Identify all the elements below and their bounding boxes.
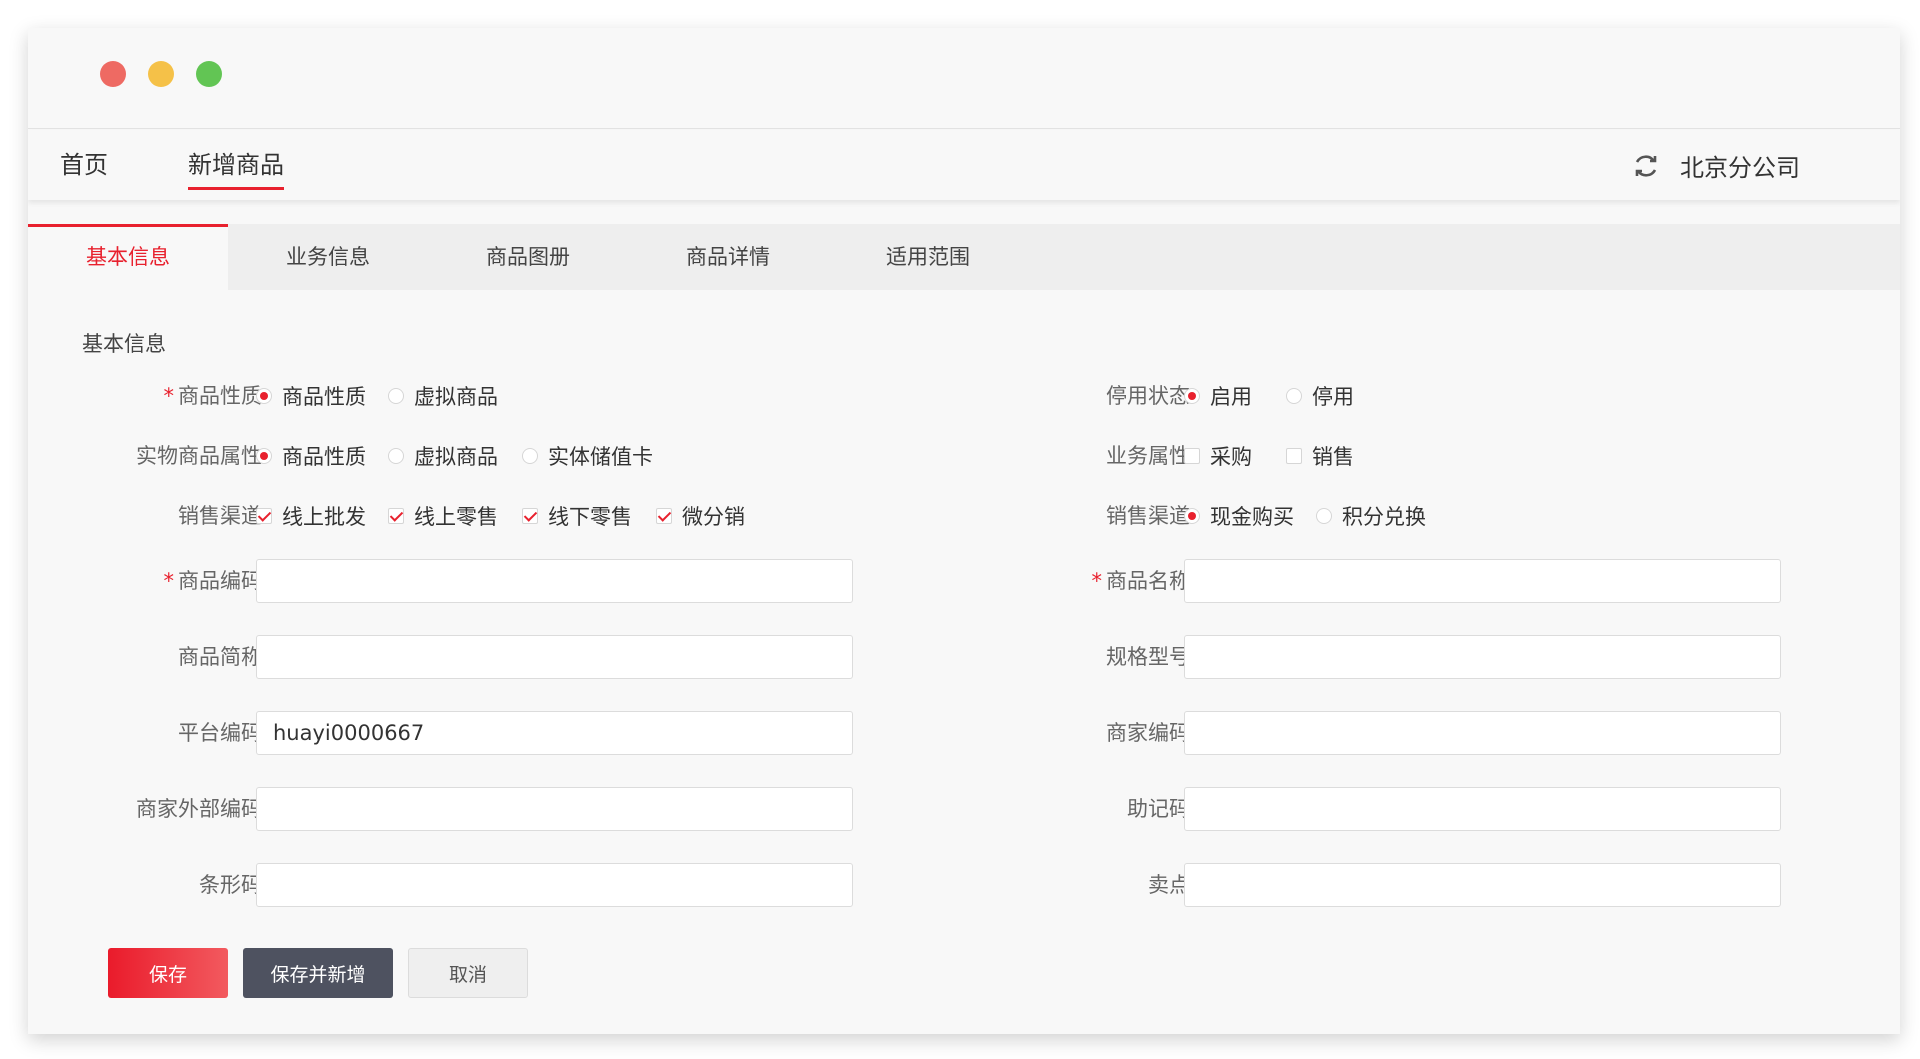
option-text: 线上零售 bbox=[414, 505, 498, 529]
company-name: 北京分公司 bbox=[1680, 154, 1800, 182]
radio-attr-stored-card[interactable]: 实体储值卡 bbox=[522, 440, 653, 472]
required-mark: * bbox=[163, 384, 175, 408]
nav-tab-add-product[interactable]: 新增商品 bbox=[188, 150, 284, 190]
radio-dot bbox=[1316, 508, 1332, 524]
radio-points-exchange[interactable]: 积分兑换 bbox=[1316, 500, 1426, 532]
radio-cash-purchase[interactable]: 现金购买 bbox=[1184, 500, 1294, 532]
option-text: 积分兑换 bbox=[1342, 505, 1426, 529]
label-status: 停用状态 bbox=[1106, 384, 1190, 408]
option-text: 商品性质 bbox=[282, 445, 366, 469]
form-tabs: 基本信息 业务信息 商品图册 商品详情 适用范围 bbox=[28, 224, 1900, 290]
option-text: 微分销 bbox=[682, 505, 745, 529]
radio-dot bbox=[388, 388, 404, 404]
title-bar bbox=[28, 28, 1900, 129]
checkbox-online-retail[interactable]: 线上零售 bbox=[388, 500, 498, 532]
option-text: 商品性质 bbox=[282, 385, 366, 409]
checkbox-offline-retail[interactable]: 线下零售 bbox=[522, 500, 632, 532]
tab-scope[interactable]: 适用范围 bbox=[828, 224, 1028, 290]
radio-status-enabled[interactable]: 启用 bbox=[1184, 380, 1252, 412]
label-barcode: 条形码 bbox=[199, 873, 262, 897]
label-spec: 规格型号 bbox=[1106, 645, 1190, 669]
top-nav: 首页 新增商品 北京分公司 bbox=[28, 130, 1900, 200]
radio-attr-virtual[interactable]: 虚拟商品 bbox=[388, 440, 498, 472]
radio-dot bbox=[256, 388, 272, 404]
checkbox-online-wholesale[interactable]: 线上批发 bbox=[256, 500, 366, 532]
option-text: 采购 bbox=[1210, 445, 1252, 469]
label-merchant-ext-code: 商家外部编码 bbox=[136, 797, 262, 821]
product-code-input[interactable] bbox=[256, 559, 853, 603]
refresh-icon bbox=[1635, 154, 1657, 177]
spec-input[interactable] bbox=[1184, 635, 1781, 679]
radio-dot bbox=[1184, 508, 1200, 524]
minimize-window-button[interactable] bbox=[148, 61, 174, 87]
close-window-button[interactable] bbox=[100, 61, 126, 87]
label-product-nature: * 商品性质 bbox=[62, 380, 263, 412]
label-sales-channel-left: 销售渠道 bbox=[178, 504, 262, 528]
radio-status-disabled[interactable]: 停用 bbox=[1286, 380, 1354, 412]
label-text: 商品名称 bbox=[1106, 569, 1190, 593]
checkbox-sales[interactable]: 销售 bbox=[1286, 440, 1354, 472]
option-text: 启用 bbox=[1210, 385, 1252, 409]
checkbox-box bbox=[256, 508, 272, 524]
checkbox-purchase[interactable]: 采购 bbox=[1184, 440, 1252, 472]
section-title: 基本信息 bbox=[82, 332, 166, 356]
nav-tab-home[interactable]: 首页 bbox=[60, 150, 108, 190]
label-text: 商品编码 bbox=[178, 569, 262, 593]
option-text: 停用 bbox=[1312, 385, 1354, 409]
maximize-window-button[interactable] bbox=[196, 61, 222, 87]
radio-dot bbox=[388, 448, 404, 464]
tab-basic-info[interactable]: 基本信息 bbox=[28, 224, 228, 290]
merchant-code-input[interactable] bbox=[1184, 711, 1781, 755]
tab-product-gallery[interactable]: 商品图册 bbox=[428, 224, 628, 290]
label-text: 商品性质 bbox=[178, 384, 262, 408]
label-short-name: 商品简称 bbox=[178, 645, 262, 669]
checkbox-micro-distribution[interactable]: 微分销 bbox=[656, 500, 745, 532]
product-name-input[interactable] bbox=[1184, 559, 1781, 603]
barcode-input[interactable] bbox=[256, 863, 853, 907]
checkbox-box bbox=[1184, 448, 1200, 464]
checkbox-box bbox=[388, 508, 404, 524]
option-text: 销售 bbox=[1312, 445, 1354, 469]
radio-dot bbox=[1286, 388, 1302, 404]
save-button[interactable]: 保存 bbox=[108, 948, 228, 998]
radio-attr-physical[interactable]: 商品性质 bbox=[256, 440, 366, 472]
option-text: 实体储值卡 bbox=[548, 445, 653, 469]
option-text: 现金购买 bbox=[1210, 505, 1294, 529]
label-business-attr: 业务属性 bbox=[1106, 444, 1190, 468]
platform-code-input[interactable] bbox=[256, 711, 853, 755]
app-window: 首页 新增商品 北京分公司 基本信息 业务信息 商品图册 商品详情 适用范围 基… bbox=[28, 28, 1900, 1034]
option-text: 线上批发 bbox=[282, 505, 366, 529]
merchant-ext-code-input[interactable] bbox=[256, 787, 853, 831]
label-merchant-code: 商家编码 bbox=[1106, 721, 1190, 745]
required-mark: * bbox=[1091, 569, 1103, 593]
checkbox-box bbox=[1286, 448, 1302, 464]
option-text: 虚拟商品 bbox=[414, 385, 498, 409]
option-text: 虚拟商品 bbox=[414, 445, 498, 469]
label-selling-point: 卖点 bbox=[1148, 873, 1190, 897]
tab-product-details[interactable]: 商品详情 bbox=[628, 224, 828, 290]
selling-point-input[interactable] bbox=[1184, 863, 1781, 907]
cancel-button[interactable]: 取消 bbox=[408, 948, 528, 998]
label-platform-code: 平台编码 bbox=[178, 721, 262, 745]
mnemonic-input[interactable] bbox=[1184, 787, 1781, 831]
radio-dot bbox=[522, 448, 538, 464]
tab-business-info[interactable]: 业务信息 bbox=[228, 224, 428, 290]
save-and-new-button[interactable]: 保存并新增 bbox=[243, 948, 393, 998]
radio-dot bbox=[256, 448, 272, 464]
radio-nature-physical[interactable]: 商品性质 bbox=[256, 380, 366, 412]
label-sales-channel-right: 销售渠道 bbox=[1106, 504, 1190, 528]
label-mnemonic: 助记码 bbox=[1127, 797, 1190, 821]
radio-dot bbox=[1184, 388, 1200, 404]
checkbox-box bbox=[656, 508, 672, 524]
required-mark: * bbox=[163, 569, 175, 593]
short-name-input[interactable] bbox=[256, 635, 853, 679]
option-text: 线下零售 bbox=[548, 505, 632, 529]
radio-nature-virtual[interactable]: 虚拟商品 bbox=[388, 380, 498, 412]
label-product-name: * 商品名称 bbox=[990, 565, 1191, 597]
checkbox-box bbox=[522, 508, 538, 524]
label-physical-attr: 实物商品属性 bbox=[136, 444, 262, 468]
label-product-code: * 商品编码 bbox=[62, 565, 263, 597]
company-switcher[interactable]: 北京分公司 bbox=[1632, 148, 1800, 183]
